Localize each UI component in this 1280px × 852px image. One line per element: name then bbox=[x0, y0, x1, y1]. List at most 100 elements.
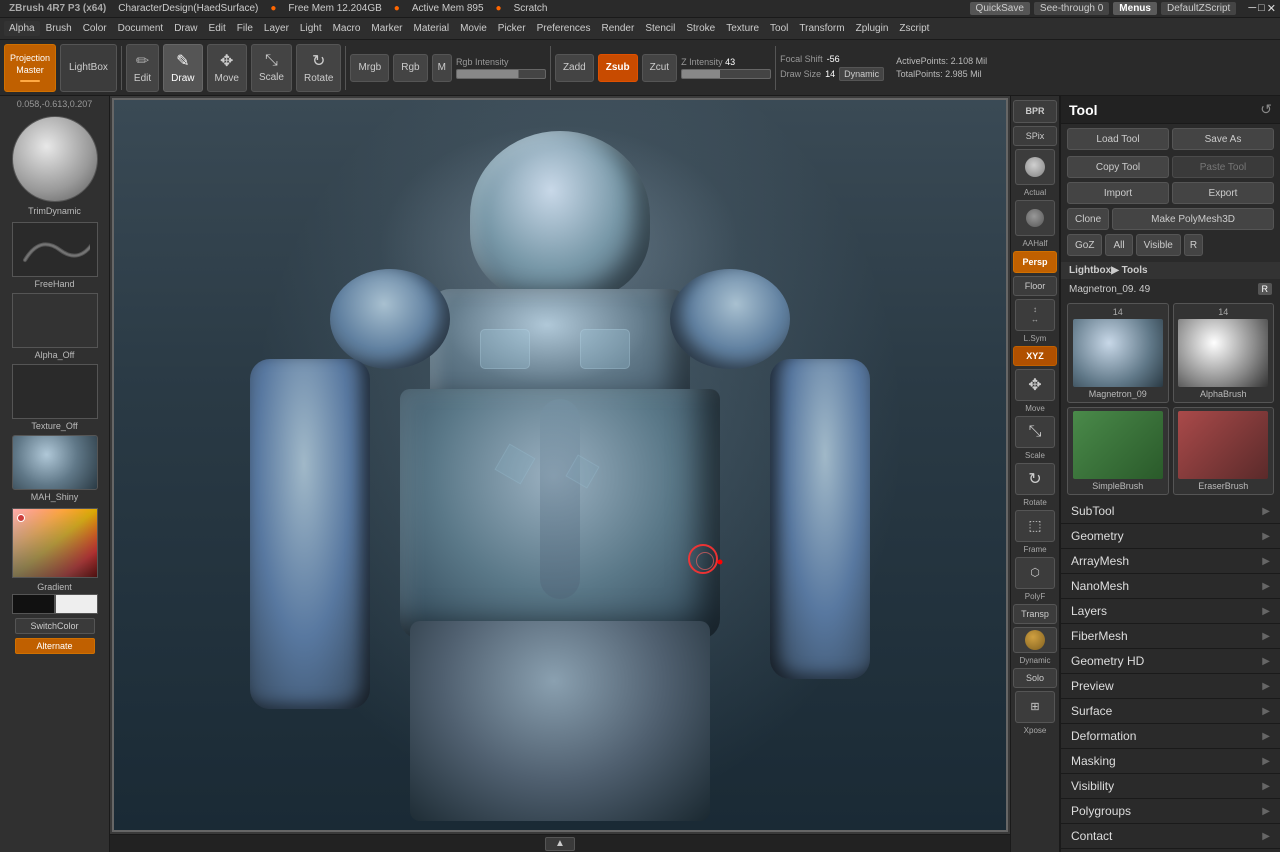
menu-render[interactable]: Render bbox=[597, 21, 640, 36]
arraymesh-section[interactable]: ArrayMesh ▶ bbox=[1061, 549, 1280, 574]
polygroups-section[interactable]: Polygroups ▶ bbox=[1061, 799, 1280, 824]
menu-brush[interactable]: Brush bbox=[41, 21, 77, 36]
maximize-button[interactable]: □ bbox=[1258, 2, 1265, 15]
projection-master-button[interactable]: ProjectionMaster bbox=[4, 44, 56, 92]
m-button[interactable]: M bbox=[432, 54, 452, 82]
clone-button[interactable]: Clone bbox=[1067, 208, 1109, 230]
quicksave-button[interactable]: QuickSave bbox=[970, 2, 1030, 15]
bottom-arrow-up[interactable]: ▲ bbox=[545, 837, 575, 851]
alternate-button[interactable]: Alternate bbox=[15, 638, 95, 654]
xpose-button[interactable]: ⊞ bbox=[1015, 691, 1055, 723]
floor-button[interactable]: Floor bbox=[1013, 276, 1057, 296]
rotate-nav-button[interactable]: ↻ bbox=[1015, 463, 1055, 495]
oxyz-button[interactable]: XYZ bbox=[1013, 346, 1057, 366]
frame-button[interactable]: ⬚ bbox=[1015, 510, 1055, 542]
zcut-button[interactable]: Zcut bbox=[642, 54, 677, 82]
deformation-section[interactable]: Deformation ▶ bbox=[1061, 724, 1280, 749]
rgb-button[interactable]: Rgb bbox=[393, 54, 427, 82]
move-nav-button[interactable]: ✥ bbox=[1015, 369, 1055, 401]
spix-button[interactable]: SPix bbox=[1013, 126, 1057, 146]
solo-button[interactable]: Solo bbox=[1013, 668, 1057, 688]
lightbox-tools-header[interactable]: Lightbox▶ Tools bbox=[1061, 262, 1280, 279]
paste-tool-button[interactable]: Paste Tool bbox=[1172, 156, 1274, 178]
menu-transform[interactable]: Transform bbox=[794, 21, 849, 36]
close-button[interactable]: ✕ bbox=[1267, 2, 1276, 15]
bpr-button[interactable]: BPR bbox=[1013, 100, 1057, 123]
menu-macro[interactable]: Macro bbox=[328, 21, 366, 36]
preview-section[interactable]: Preview ▶ bbox=[1061, 674, 1280, 699]
stroke-preview[interactable] bbox=[12, 222, 98, 277]
menus-button[interactable]: Menus bbox=[1113, 2, 1157, 15]
nanomesh-section[interactable]: NanoMesh ▶ bbox=[1061, 574, 1280, 599]
menu-draw[interactable]: Draw bbox=[169, 21, 202, 36]
switch-color-button[interactable]: SwitchColor bbox=[15, 618, 95, 634]
menu-zscript[interactable]: Zscript bbox=[894, 21, 934, 36]
texture-preview[interactable] bbox=[12, 364, 98, 419]
fibermesh-section[interactable]: FiberMesh ▶ bbox=[1061, 624, 1280, 649]
masking-section[interactable]: Masking ▶ bbox=[1061, 749, 1280, 774]
gradient-preview[interactable] bbox=[12, 594, 98, 614]
export-button[interactable]: Export bbox=[1172, 182, 1274, 204]
rgb-intensity-slider[interactable] bbox=[456, 69, 546, 79]
refresh-icon[interactable]: ↺ bbox=[1260, 101, 1272, 118]
alpha-brush-thumb[interactable]: 14 AlphaBrush bbox=[1173, 303, 1275, 403]
menu-document[interactable]: Document bbox=[113, 21, 169, 36]
menu-movie[interactable]: Movie bbox=[455, 21, 492, 36]
menu-material[interactable]: Material bbox=[409, 21, 455, 36]
alpha-preview[interactable] bbox=[12, 293, 98, 348]
menu-light[interactable]: Light bbox=[295, 21, 327, 36]
contact-section[interactable]: Contact ▶ bbox=[1061, 824, 1280, 849]
eraser-brush-thumb[interactable]: EraserBrush bbox=[1173, 407, 1275, 495]
move-button[interactable]: ✥ Move bbox=[207, 44, 247, 92]
menu-stencil[interactable]: Stencil bbox=[640, 21, 680, 36]
make-polymesh-button[interactable]: Make PolyMesh3D bbox=[1112, 208, 1274, 230]
goz-button[interactable]: GoZ bbox=[1067, 234, 1102, 256]
color-picker[interactable] bbox=[12, 508, 98, 578]
zsub-button[interactable]: Zsub bbox=[598, 54, 638, 82]
visible-button[interactable]: Visible bbox=[1136, 234, 1181, 256]
dynamic-nav-button[interactable] bbox=[1013, 627, 1057, 653]
load-tool-button[interactable]: Load Tool bbox=[1067, 128, 1169, 150]
save-as-button[interactable]: Save As bbox=[1172, 128, 1274, 150]
menu-layer[interactable]: Layer bbox=[259, 21, 294, 36]
subtool-section[interactable]: SubTool ▶ bbox=[1061, 499, 1280, 524]
r-badge[interactable]: R bbox=[1258, 283, 1273, 295]
surface-section[interactable]: Surface ▶ bbox=[1061, 699, 1280, 724]
lightbox-button[interactable]: LightBox bbox=[60, 44, 117, 92]
menu-marker[interactable]: Marker bbox=[366, 21, 407, 36]
all-button[interactable]: All bbox=[1105, 234, 1132, 256]
menu-texture[interactable]: Texture bbox=[721, 21, 764, 36]
menu-color[interactable]: Color bbox=[78, 21, 112, 36]
z-intensity-slider[interactable] bbox=[681, 69, 771, 79]
import-button[interactable]: Import bbox=[1067, 182, 1169, 204]
visibility-section[interactable]: Visibility ▶ bbox=[1061, 774, 1280, 799]
aahalf-button[interactable] bbox=[1015, 200, 1055, 236]
zadd-button[interactable]: Zadd bbox=[555, 54, 594, 82]
r-button[interactable]: R bbox=[1184, 234, 1203, 256]
copy-tool-button[interactable]: Copy Tool bbox=[1067, 156, 1169, 178]
xyz-icon-area[interactable]: ↕↔ bbox=[1015, 299, 1055, 331]
canvas-viewport[interactable] bbox=[112, 98, 1008, 832]
persp-button[interactable]: Persp bbox=[1013, 251, 1057, 273]
layers-section[interactable]: Layers ▶ bbox=[1061, 599, 1280, 624]
magnetron-thumb[interactable]: 14 Magnetron_09 bbox=[1067, 303, 1169, 403]
actual-button[interactable] bbox=[1015, 149, 1055, 185]
menu-alpha[interactable]: Alpha bbox=[4, 21, 40, 36]
see-through-button[interactable]: See-through 0 bbox=[1034, 2, 1109, 15]
menu-file[interactable]: File bbox=[232, 21, 258, 36]
simple-brush-thumb[interactable]: SimpleBrush bbox=[1067, 407, 1169, 495]
menu-tool[interactable]: Tool bbox=[765, 21, 793, 36]
scale-button[interactable]: ⤡ Scale bbox=[251, 44, 292, 92]
menu-picker[interactable]: Picker bbox=[493, 21, 531, 36]
geometry-section[interactable]: Geometry ▶ bbox=[1061, 524, 1280, 549]
menu-preferences[interactable]: Preferences bbox=[532, 21, 596, 36]
menu-zplugin[interactable]: Zplugin bbox=[851, 21, 894, 36]
scale-nav-button[interactable]: ⤡ bbox=[1015, 416, 1055, 448]
brush-preview[interactable] bbox=[12, 116, 98, 202]
mrgb-button[interactable]: Mrgb bbox=[350, 54, 389, 82]
zscript-button[interactable]: DefaultZScript bbox=[1161, 2, 1236, 15]
menu-stroke[interactable]: Stroke bbox=[681, 21, 720, 36]
draw-button[interactable]: ✎ Draw bbox=[163, 44, 202, 92]
minimize-button[interactable]: ─ bbox=[1248, 2, 1256, 15]
material-preview[interactable] bbox=[12, 435, 98, 490]
